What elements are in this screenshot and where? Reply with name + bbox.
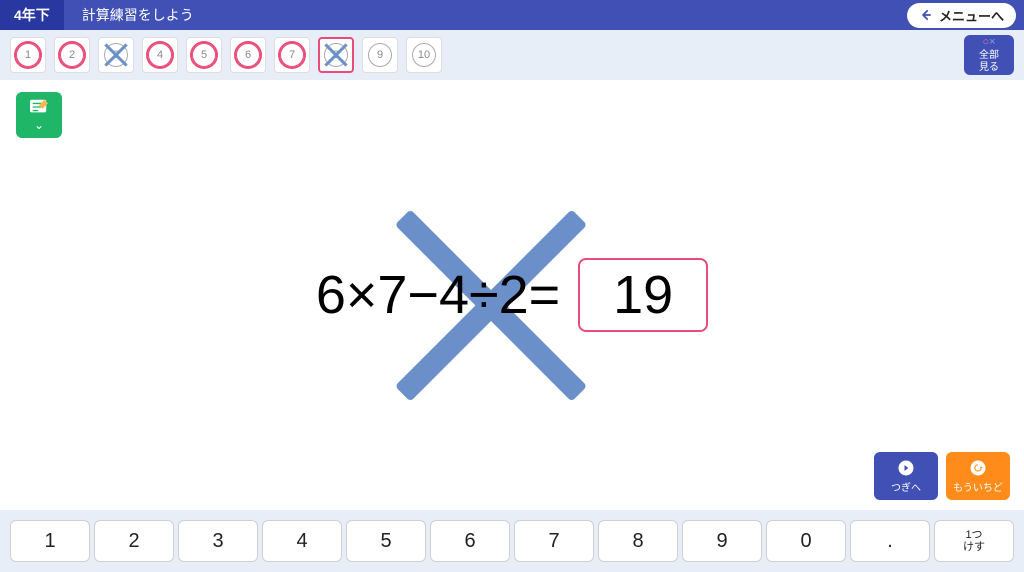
- key-6[interactable]: 6: [430, 520, 510, 562]
- key-1[interactable]: 1: [10, 520, 90, 562]
- next-label: つぎへ: [891, 479, 921, 494]
- problem-area: 6×7−4÷2= 19: [0, 80, 1024, 510]
- expression-text: 6×7−4÷2=: [316, 264, 560, 326]
- question-number: 4: [148, 43, 172, 67]
- answer-input[interactable]: 19: [578, 258, 708, 332]
- question-nav-10[interactable]: 10: [406, 37, 442, 73]
- question-number: 6: [236, 43, 260, 67]
- question-number: 1: [16, 43, 40, 67]
- key-2[interactable]: 2: [94, 520, 174, 562]
- question-nav-9[interactable]: 9: [362, 37, 398, 73]
- key-8[interactable]: 8: [598, 520, 678, 562]
- menu-label: メニューへ: [939, 6, 1004, 25]
- key-0[interactable]: 0: [766, 520, 846, 562]
- action-buttons: つぎへ もういちど: [874, 452, 1010, 500]
- equation: 6×7−4÷2= 19: [316, 258, 708, 332]
- retry-button[interactable]: もういちど: [946, 452, 1010, 500]
- key-7[interactable]: 7: [514, 520, 594, 562]
- back-arrow-icon: [919, 8, 933, 22]
- question-progress: 123456789 10 ○×全部見る: [0, 30, 1024, 80]
- question-number: 7: [280, 43, 304, 67]
- arrow-right-icon: [897, 459, 915, 477]
- key-9[interactable]: 9: [682, 520, 762, 562]
- key-5[interactable]: 5: [346, 520, 426, 562]
- question-nav-6[interactable]: 6: [230, 37, 266, 73]
- question-number: 5: [192, 43, 216, 67]
- retry-icon: [969, 459, 987, 477]
- question-number: 10: [412, 43, 436, 67]
- question-number: 3: [104, 43, 128, 67]
- question-nav-2[interactable]: 2: [54, 37, 90, 73]
- key-backspace[interactable]: 1つけす: [934, 520, 1014, 562]
- key-3[interactable]: 3: [178, 520, 258, 562]
- question-nav-8[interactable]: 8: [318, 37, 354, 73]
- key-4[interactable]: 4: [262, 520, 342, 562]
- retry-label: もういちど: [953, 479, 1003, 494]
- view-all-button[interactable]: ○×全部見る: [964, 35, 1014, 75]
- question-number: 9: [368, 43, 392, 67]
- view-all-label: 全部見る: [979, 50, 999, 74]
- question-nav-3[interactable]: 3: [98, 37, 134, 73]
- numeric-keypad: 1234567890.1つけす: [0, 510, 1024, 572]
- key-dot[interactable]: .: [850, 520, 930, 562]
- next-button[interactable]: つぎへ: [874, 452, 938, 500]
- menu-button[interactable]: メニューへ: [907, 3, 1016, 28]
- grade-badge: 4年下: [0, 0, 64, 30]
- question-number: 8: [324, 43, 348, 67]
- header: 4年下 計算練習をしよう メニューへ: [0, 0, 1024, 30]
- ox-icon: ○×: [982, 36, 995, 49]
- lesson-title: 計算練習をしよう: [64, 5, 212, 25]
- question-nav-4[interactable]: 4: [142, 37, 178, 73]
- question-number: 2: [60, 43, 84, 67]
- question-nav-5[interactable]: 5: [186, 37, 222, 73]
- question-nav-1[interactable]: 1: [10, 37, 46, 73]
- question-nav-7[interactable]: 7: [274, 37, 310, 73]
